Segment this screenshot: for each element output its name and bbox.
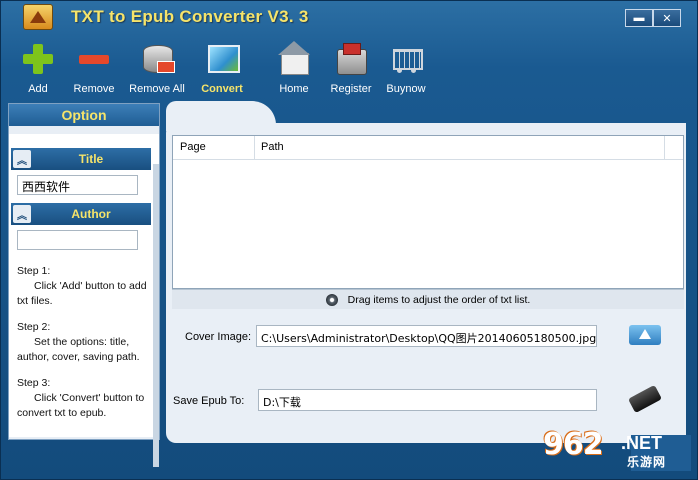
- watermark-logo: 962: [543, 427, 604, 462]
- title-bar[interactable]: TXT to Epub Converter V3. 3 ▬ ✕: [1, 1, 697, 35]
- column-spacer: [665, 136, 683, 159]
- step-2: Step 2: Set the options: title, author, …: [17, 320, 155, 365]
- title-section-label: Title: [78, 152, 104, 166]
- author-section-label: Author: [71, 207, 111, 221]
- window-controls: ▬ ✕: [625, 9, 681, 27]
- step-label: Step 3:: [17, 377, 51, 389]
- home-icon: [276, 41, 312, 77]
- add-button[interactable]: Add: [9, 41, 67, 97]
- author-input[interactable]: [17, 230, 138, 250]
- step-3: Step 3: Click 'Convert' button to conver…: [17, 376, 155, 421]
- buynow-button[interactable]: Buynow: [383, 41, 429, 97]
- remove-label: Remove: [73, 83, 115, 95]
- author-section-header: ︽ Author: [11, 203, 151, 225]
- remove-all-icon: [139, 41, 175, 77]
- convert-button[interactable]: Convert: [195, 41, 249, 97]
- option-header: Option: [9, 104, 159, 126]
- remove-button[interactable]: Remove: [69, 41, 119, 97]
- step-1: Step 1: Click 'Add' button to add txt fi…: [17, 264, 155, 309]
- browse-folder-icon[interactable]: [629, 319, 661, 345]
- step-description: Click 'Convert' button to convert txt to…: [17, 392, 145, 419]
- remove-all-button[interactable]: Remove All: [127, 41, 187, 97]
- list-header: Page Path: [173, 136, 683, 160]
- minimize-button[interactable]: ▬: [625, 9, 653, 27]
- cover-image-input[interactable]: C:\Users\Administrator\Desktop\QQ图片20140…: [256, 325, 597, 347]
- window-title: TXT to Epub Converter V3. 3: [71, 7, 309, 26]
- step-label: Step 2:: [17, 321, 51, 333]
- add-label: Add: [28, 83, 48, 95]
- site-watermark: 962 .NET 乐游网: [541, 427, 691, 471]
- save-path-label: Save Epub To:: [173, 395, 245, 407]
- option-content: ︽ Title 西西软件 ︽ Author Step 1: Click 'Add…: [9, 134, 159, 467]
- option-scrollbar[interactable]: [153, 164, 159, 467]
- remove-all-label: Remove All: [129, 83, 185, 95]
- buynow-label: Buynow: [386, 83, 426, 95]
- cover-image-label: Cover Image:: [185, 331, 252, 343]
- collapse-icon[interactable]: ︽: [13, 150, 31, 168]
- title-section-header: ︽ Title: [11, 148, 151, 170]
- register-icon: [333, 41, 369, 77]
- drag-hint-bar: Drag items to adjust the order of txt li…: [172, 289, 684, 309]
- cart-icon: [388, 41, 424, 77]
- collapse-icon[interactable]: ︽: [13, 205, 31, 223]
- remove-icon: [76, 41, 112, 77]
- step-description: Set the options: title, author, cover, s…: [17, 336, 140, 363]
- instructions: Step 1: Click 'Add' button to add txt fi…: [17, 264, 155, 432]
- watermark-subtitle: 乐游网: [627, 455, 667, 469]
- option-panel: Option ︽ Title 西西软件 ︽ Author Step 1: Cli…: [8, 103, 160, 467]
- close-button[interactable]: ✕: [653, 9, 681, 27]
- title-input[interactable]: 西西软件: [17, 175, 138, 195]
- app-logo-icon: [23, 4, 53, 30]
- file-list[interactable]: Page Path: [172, 135, 684, 289]
- save-location-icon[interactable]: [628, 383, 662, 411]
- convert-label: Convert: [201, 83, 243, 95]
- column-path[interactable]: Path: [255, 136, 665, 159]
- app-window: TXT to Epub Converter V3. 3 ▬ ✕ Add Remo…: [0, 0, 698, 480]
- watermark-net: .NET: [621, 433, 663, 453]
- toolbar: Add Remove Remove All Convert Home Regis…: [9, 41, 449, 97]
- add-icon: [20, 41, 56, 77]
- register-button[interactable]: Register: [327, 41, 375, 97]
- drag-icon: [325, 293, 338, 306]
- step-label: Step 1:: [17, 265, 51, 277]
- save-path-input[interactable]: D:\下载: [258, 389, 597, 411]
- step-description: Click 'Add' button to add txt files.: [17, 280, 147, 307]
- drag-hint-text: Drag items to adjust the order of txt li…: [347, 293, 531, 306]
- main-panel: Page Path Drag items to adjust the order…: [166, 101, 686, 443]
- column-page[interactable]: Page: [173, 136, 255, 159]
- home-label: Home: [279, 83, 309, 95]
- convert-icon: [204, 41, 240, 77]
- home-button[interactable]: Home: [275, 41, 313, 97]
- register-label: Register: [330, 83, 372, 95]
